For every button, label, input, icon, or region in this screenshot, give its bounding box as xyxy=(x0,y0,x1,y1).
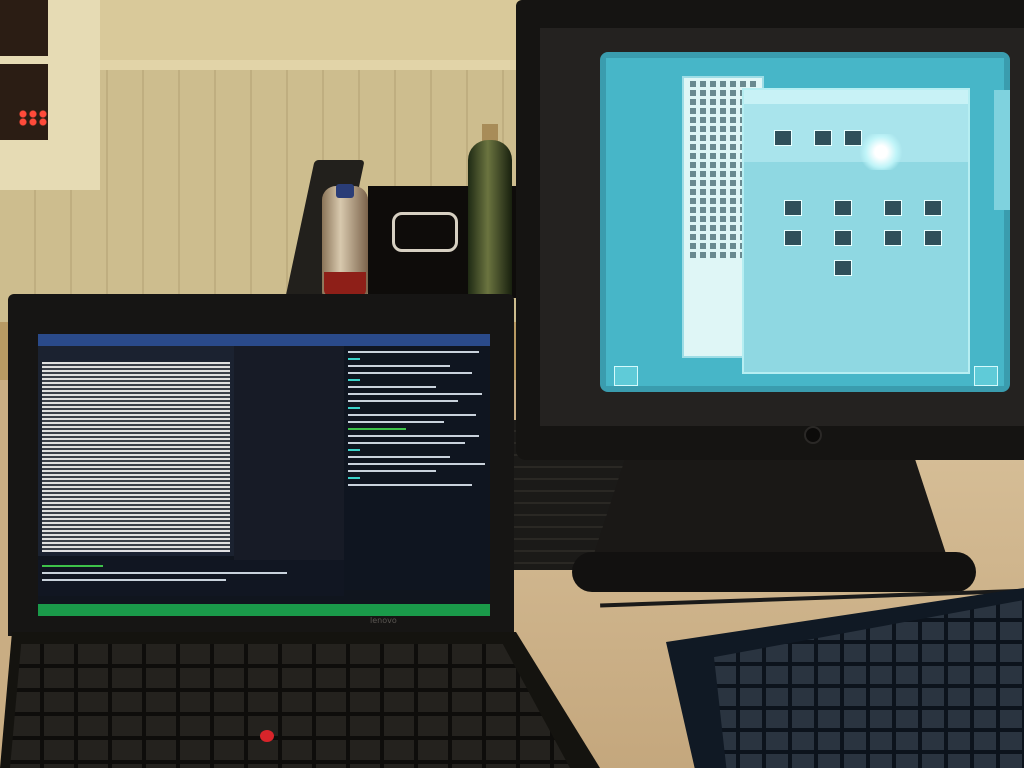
file-icon[interactable] xyxy=(774,130,792,146)
screen-glare xyxy=(856,134,906,170)
terminal-pane[interactable] xyxy=(38,560,344,596)
monitor-foot xyxy=(572,552,976,592)
file-icon[interactable] xyxy=(924,200,942,216)
file-icon[interactable] xyxy=(784,200,802,216)
file-icon[interactable] xyxy=(834,200,852,216)
laptop-brand: lenovo xyxy=(370,616,397,625)
desktop-background xyxy=(606,58,1010,386)
monitor-stand xyxy=(590,456,950,566)
file-icon[interactable] xyxy=(834,260,852,276)
file-icon[interactable] xyxy=(924,230,942,246)
file-icon[interactable] xyxy=(784,230,802,246)
file-icon[interactable] xyxy=(834,230,852,246)
side-panel xyxy=(994,90,1010,210)
bottle-liquid xyxy=(324,272,366,296)
terminal-output xyxy=(42,362,230,552)
file-icon[interactable] xyxy=(884,200,902,216)
terminal-pane[interactable] xyxy=(234,346,344,590)
desktop-icon[interactable] xyxy=(614,366,638,386)
window-mullion xyxy=(0,56,48,64)
laptop-keyboard[interactable] xyxy=(10,644,570,768)
wine-bottle xyxy=(468,140,512,300)
box-logo xyxy=(392,212,458,252)
trackpoint[interactable] xyxy=(260,730,274,742)
status-leds xyxy=(250,624,330,639)
monitor-screen xyxy=(600,52,1010,392)
window-reflection xyxy=(18,110,48,126)
power-button[interactable] xyxy=(804,426,822,444)
desktop-icon[interactable] xyxy=(974,366,998,386)
laptop-screen xyxy=(38,334,490,616)
terminal-titlebar xyxy=(38,334,490,346)
wall-rail xyxy=(95,60,535,70)
file-icon[interactable] xyxy=(814,130,832,146)
bottle-cap xyxy=(336,184,354,198)
terminal-pane[interactable] xyxy=(344,346,490,590)
file-icon[interactable] xyxy=(884,230,902,246)
file-manager-window[interactable] xyxy=(742,88,970,374)
tmux-status-bar xyxy=(38,604,490,616)
window-titlebar[interactable] xyxy=(744,90,968,104)
